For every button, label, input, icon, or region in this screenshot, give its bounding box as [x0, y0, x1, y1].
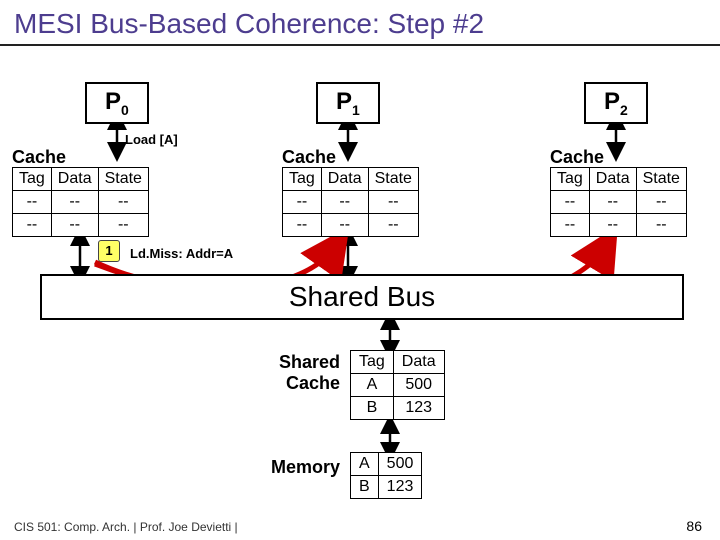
- mem-r1-tag: B: [351, 476, 379, 499]
- cache0-r0-state: --: [98, 191, 148, 214]
- cache-label-0: Cache: [12, 147, 66, 168]
- cache2-r1-data: --: [589, 214, 636, 237]
- p1-label: P: [336, 88, 352, 115]
- cache1-r1-tag: --: [283, 214, 322, 237]
- cache0-r1-tag: --: [13, 214, 52, 237]
- cache1-r0-data: --: [321, 191, 368, 214]
- cache2-r1-state: --: [636, 214, 686, 237]
- cache1-hdr-state: State: [368, 168, 418, 191]
- cache-label-1: Cache: [282, 147, 336, 168]
- memory-label: Memory: [250, 457, 340, 478]
- ldmiss-label: Ld.Miss: Addr=A: [130, 246, 233, 261]
- sc-r0-tag: A: [351, 374, 394, 397]
- mem-r1-data: 123: [378, 476, 422, 499]
- cache2-hdr-data: Data: [589, 168, 636, 191]
- cache-table-1: Tag Data State -- -- -- -- -- --: [282, 167, 419, 237]
- cache-label-2: Cache: [550, 147, 604, 168]
- step-badge: 1: [98, 240, 120, 262]
- cache-table-2: Tag Data State -- -- -- -- -- --: [550, 167, 687, 237]
- shared-cache-label: Shared Cache: [250, 352, 340, 394]
- page-number: 86: [686, 518, 702, 534]
- cache1-hdr-tag: Tag: [283, 168, 322, 191]
- cache0-r1-state: --: [98, 214, 148, 237]
- load-label: Load [A]: [125, 132, 178, 147]
- cache0-r0-tag: --: [13, 191, 52, 214]
- cache2-r0-state: --: [636, 191, 686, 214]
- cache2-hdr-tag: Tag: [551, 168, 590, 191]
- cache2-r1-tag: --: [551, 214, 590, 237]
- processor-p1: P1: [316, 82, 380, 124]
- cache0-r0-data: --: [51, 191, 98, 214]
- mem-r0-data: 500: [378, 453, 422, 476]
- p2-sub: 2: [620, 102, 628, 118]
- sc-r1-data: 123: [393, 397, 444, 420]
- cache0-hdr-data: Data: [51, 168, 98, 191]
- cache-table-0: Tag Data State -- -- -- -- -- --: [12, 167, 149, 237]
- diagram-stage: P0 P1 P2 Load [A] Cache Cache Cache Tag …: [0, 52, 720, 512]
- p2-label: P: [604, 88, 620, 115]
- memory-table: A 500 B 123: [350, 452, 422, 499]
- processor-p0: P0: [85, 82, 149, 124]
- shared-cache-label-l1: Shared: [279, 352, 340, 372]
- slide-title: MESI Bus-Based Coherence: Step #2: [0, 0, 720, 46]
- cache0-r1-data: --: [51, 214, 98, 237]
- cache1-r1-data: --: [321, 214, 368, 237]
- cache2-hdr-state: State: [636, 168, 686, 191]
- cache2-r0-tag: --: [551, 191, 590, 214]
- shared-cache-table: Tag Data A 500 B 123: [350, 350, 445, 420]
- cache2-r0-data: --: [589, 191, 636, 214]
- sc-r1-tag: B: [351, 397, 394, 420]
- sc-hdr-data: Data: [393, 351, 444, 374]
- processor-p2: P2: [584, 82, 648, 124]
- p0-label: P: [105, 88, 121, 115]
- cache1-hdr-data: Data: [321, 168, 368, 191]
- cache1-r1-state: --: [368, 214, 418, 237]
- cache1-r0-state: --: [368, 191, 418, 214]
- cache0-hdr-tag: Tag: [13, 168, 52, 191]
- p1-sub: 1: [352, 102, 360, 118]
- cache1-r0-tag: --: [283, 191, 322, 214]
- shared-cache-label-l2: Cache: [286, 373, 340, 393]
- p0-sub: 0: [121, 102, 129, 118]
- footer-text: CIS 501: Comp. Arch. | Prof. Joe Deviett…: [14, 520, 238, 534]
- shared-bus: Shared Bus: [40, 274, 684, 320]
- sc-hdr-tag: Tag: [351, 351, 394, 374]
- sc-r0-data: 500: [393, 374, 444, 397]
- cache0-hdr-state: State: [98, 168, 148, 191]
- mem-r0-tag: A: [351, 453, 379, 476]
